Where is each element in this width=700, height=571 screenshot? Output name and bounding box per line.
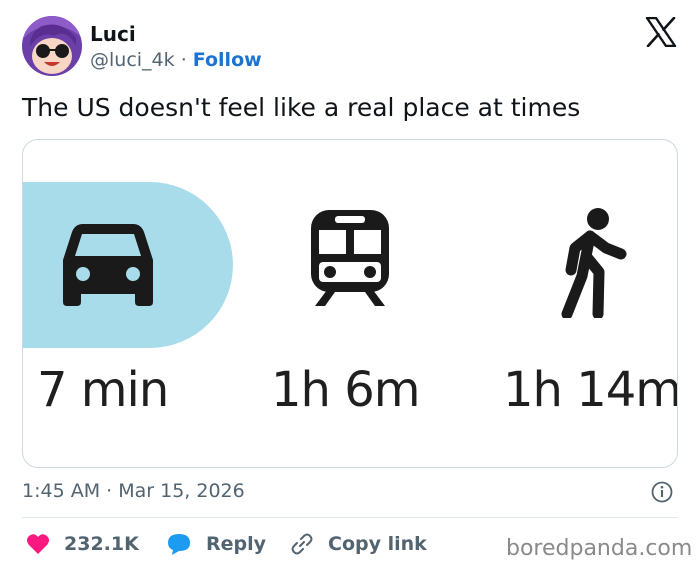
train-icon	[311, 210, 389, 306]
car-time: 7 min	[37, 362, 169, 418]
car-icon	[63, 224, 153, 306]
x-logo-icon[interactable]	[645, 16, 677, 48]
walking-time: 1h 14m	[503, 362, 678, 418]
link-icon	[291, 533, 313, 555]
tweet-timestamp[interactable]: 1:45 AM · Mar 15, 2026	[22, 480, 245, 502]
reply-bubble-icon	[168, 534, 190, 555]
avatar[interactable]	[22, 16, 82, 76]
train-time: 1h 6m	[271, 362, 421, 418]
tweet-media[interactable]: 7 min 1h 6m 1h 14m	[22, 139, 678, 468]
watermark: boredpanda.com	[506, 536, 693, 561]
follow-button[interactable]: Follow	[193, 49, 262, 71]
author-handle-row: @luci_4k · Follow	[90, 49, 262, 71]
divider	[22, 517, 678, 518]
author-name[interactable]: Luci	[90, 22, 136, 46]
heart-icon	[27, 534, 49, 554]
info-icon[interactable]	[651, 481, 673, 503]
separator-dot: ·	[180, 49, 187, 71]
like-count: 232.1K	[64, 533, 139, 555]
author-handle[interactable]: @luci_4k	[90, 49, 175, 71]
reply-button[interactable]: Reply	[166, 530, 266, 558]
copy-link-label: Copy link	[328, 533, 427, 555]
tweet-text: The US doesn't feel like a real place at…	[22, 93, 581, 122]
copy-link-button[interactable]: Copy link	[290, 530, 427, 558]
walking-person-icon	[561, 208, 627, 318]
reply-label: Reply	[206, 533, 267, 555]
like-button[interactable]: 232.1K	[26, 530, 139, 558]
